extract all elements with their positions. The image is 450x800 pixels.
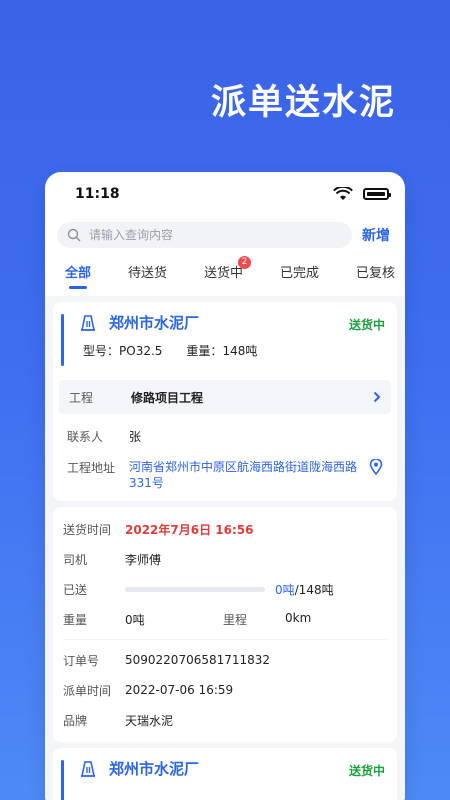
driver-row: 司机 李师傅: [53, 547, 397, 571]
sent-progress-text: 0吨/148吨: [275, 582, 334, 597]
divider: [63, 639, 387, 640]
location-pin-icon[interactable]: [369, 459, 383, 475]
order-no-label: 订单号: [63, 653, 100, 668]
tab-label: 送货中: [203, 266, 243, 281]
delivery-card: 送货时间 2022年7月6日 16:56 司机 李师傅 已送 0吨/148吨 重…: [53, 507, 397, 742]
tab-all[interactable]: 全部: [65, 262, 91, 289]
tab-badge: 2: [237, 256, 251, 269]
factory-name: 郑州市水泥厂: [109, 760, 200, 778]
delivery-time-row: 送货时间 2022年7月6日 16:56: [53, 517, 397, 541]
search-icon: [67, 228, 81, 242]
status-bar: 11:18: [45, 172, 405, 216]
accent-bar: [61, 760, 64, 800]
weight-value: 0吨: [125, 612, 145, 627]
promo-background: GUT 派单送水泥 11:18 新增: [0, 0, 450, 800]
sent-row: 已送 0吨/148吨: [53, 577, 397, 601]
address-value: 河南省郑州市中原区航海西路街道陇海西路331号: [129, 460, 358, 490]
address-label: 工程地址: [67, 461, 116, 475]
contact-label: 联系人: [67, 430, 104, 444]
phone-screen: 11:18 新增 全部 待送货 送: [45, 172, 405, 800]
weight-mileage-row: 重量 0吨 里程 0km: [53, 607, 397, 631]
project-label: 工程: [69, 390, 94, 405]
status-icons: [333, 187, 391, 201]
model-info: 型号：PO32.5: [83, 344, 163, 358]
address-row[interactable]: 工程地址 河南省郑州市中原区航海西路街道陇海西路331号: [53, 459, 397, 491]
watermark-text: GUT: [0, 0, 20, 333]
project-value: 修路项目工程: [131, 390, 204, 405]
accent-bar: [61, 314, 64, 366]
tab-label: 已完成: [279, 266, 319, 281]
weight-info: 重量：148吨: [186, 344, 258, 358]
driver-label: 司机: [63, 552, 88, 567]
project-row[interactable]: 工程 修路项目工程: [59, 380, 391, 414]
order-card-header: 郑州市水泥厂 送货中 型号：PO32.5 重量：148吨: [53, 302, 397, 366]
tab-reviewed[interactable]: 已复核: [356, 262, 395, 289]
contact-row: 联系人 张: [53, 428, 397, 445]
search-input[interactable]: [87, 227, 311, 243]
order-no-row: 订单号 5090220706581711832: [53, 648, 397, 672]
brand-value: 天瑞水泥: [125, 713, 174, 728]
mileage-label: 里程: [223, 612, 248, 627]
mileage-value: 0km: [285, 610, 312, 625]
status-badge: 送货中: [348, 318, 385, 332]
tab-completed[interactable]: 已完成: [280, 262, 319, 289]
driver-value: 李师傅: [125, 552, 162, 567]
order-card[interactable]: 郑州市水泥厂 送货中: [53, 748, 397, 800]
order-list: 郑州市水泥厂 送货中 型号：PO32.5 重量：148吨 工程 修路项目工程 联…: [45, 296, 405, 800]
weight-label: 重量: [63, 612, 88, 627]
add-button[interactable]: 新增: [362, 225, 390, 245]
status-time: 11:18: [75, 186, 120, 202]
delivery-time-label: 送货时间: [63, 522, 112, 537]
tab-delivering[interactable]: 送货中 2: [203, 256, 251, 289]
tab-label: 已复核: [355, 266, 395, 281]
wifi-icon: [333, 187, 353, 200]
tab-pending[interactable]: 待送货: [128, 262, 167, 289]
search-box[interactable]: [57, 222, 352, 248]
spec-row: 型号：PO32.5 重量：148吨: [83, 342, 257, 359]
status-tabs: 全部 待送货 送货中 2 已完成 已复核: [45, 256, 405, 289]
factory-icon: [81, 315, 95, 331]
sent-progress-bar: [125, 586, 265, 592]
dispatch-time-row: 派单时间 2022-07-06 16:59: [53, 678, 397, 702]
battery-icon: [363, 188, 391, 200]
contact-value: 张: [129, 430, 142, 444]
dispatch-time-label: 派单时间: [63, 683, 112, 698]
tab-label: 全部: [65, 266, 92, 281]
order-card-header: 郑州市水泥厂 送货中: [53, 748, 397, 800]
search-row: 新增: [45, 216, 405, 248]
mileage-group: 里程 0km: [223, 611, 311, 628]
factory-icon: [81, 761, 95, 777]
factory-name: 郑州市水泥厂: [109, 314, 200, 332]
promo-headline: 派单送水泥: [211, 83, 397, 123]
brand-label: 品牌: [63, 713, 88, 728]
dispatch-time-value: 2022-07-06 16:59: [125, 683, 234, 697]
chevron-right-icon: [373, 391, 381, 403]
sent-label: 已送: [63, 582, 88, 597]
order-card[interactable]: 郑州市水泥厂 送货中 型号：PO32.5 重量：148吨 工程 修路项目工程 联…: [53, 302, 397, 501]
delivery-time-value: 2022年7月6日 16:56: [125, 522, 254, 537]
brand-row: 品牌 天瑞水泥: [53, 708, 397, 732]
tab-label: 待送货: [127, 266, 167, 281]
order-no-value: 5090220706581711832: [125, 653, 271, 667]
status-badge: 送货中: [348, 764, 385, 778]
